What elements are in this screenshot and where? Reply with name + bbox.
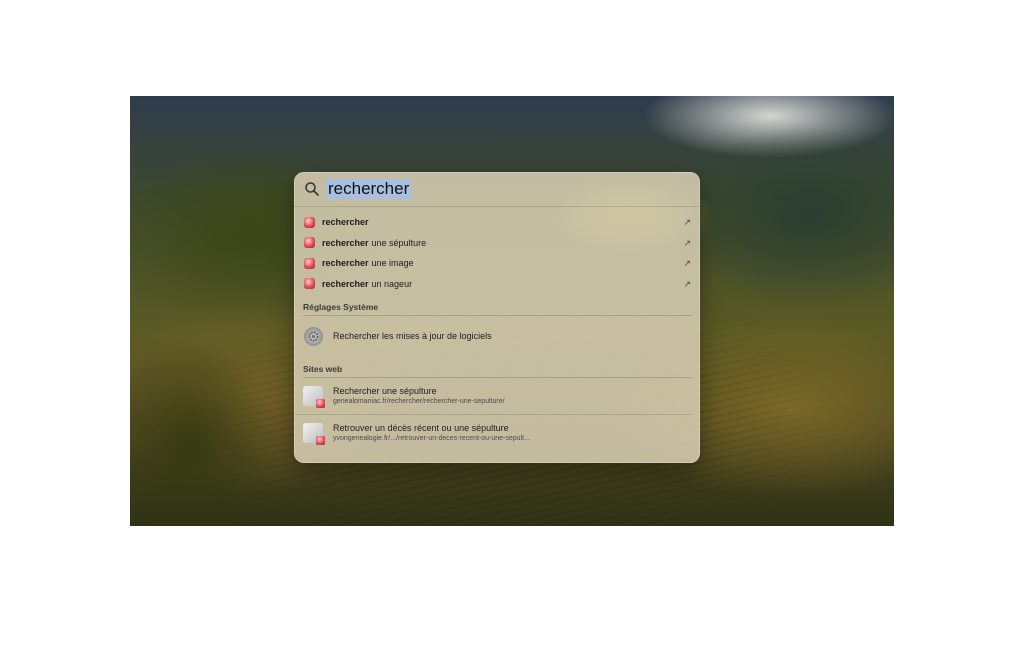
open-arrow-icon[interactable]: ↗ — [683, 258, 691, 269]
website-url: yvongenealogie.fr/.../retrouver-un-deces… — [333, 434, 530, 442]
safari-badge-icon — [316, 399, 325, 408]
website-title: Rechercher une sépulture — [333, 385, 437, 396]
open-arrow-icon[interactable]: ↗ — [683, 217, 691, 228]
open-arrow-icon[interactable]: ↗ — [683, 279, 691, 290]
safari-icon — [304, 237, 315, 249]
suggestion-bold: rechercher — [322, 258, 369, 269]
section-title-system-settings: Réglages Système — [303, 302, 692, 316]
suggestions-list: rechercher ↗ rechercher une sépulture ↗ … — [294, 207, 700, 294]
spotlight-panel: rechercher rechercher ↗ rechercher une s… — [294, 172, 700, 463]
suggestion-item[interactable]: rechercher une sépulture ↗ — [294, 233, 700, 254]
suggestion-bold: rechercher — [322, 237, 369, 248]
safari-icon — [304, 216, 315, 228]
website-thumbnail-icon — [303, 386, 325, 408]
suggestion-rest: un nageur — [371, 278, 413, 289]
safari-icon — [304, 257, 315, 269]
suggestion-rest: une sépulture — [371, 237, 427, 248]
website-url: genealomaniac.fr/rechercher/rechercher-u… — [333, 397, 505, 405]
safari-icon — [304, 278, 315, 290]
gear-icon — [304, 326, 323, 346]
system-settings-label: Rechercher les mises à jour de logiciels — [333, 331, 492, 341]
website-title: Retrouver un décès récent ou une sépultu… — [333, 422, 509, 433]
website-text: Retrouver un décès récent ou une sépultu… — [333, 423, 530, 444]
website-result[interactable]: Retrouver un décès récent ou une sépultu… — [294, 414, 692, 451]
website-result[interactable]: Rechercher une sépulture genealomaniac.f… — [294, 378, 700, 414]
wallpaper-trees — [130, 326, 310, 526]
system-settings-result[interactable]: Rechercher les mises à jour de logiciels — [294, 316, 700, 356]
suggestion-item[interactable]: rechercher ↗ — [294, 212, 700, 233]
website-thumbnail-icon — [303, 423, 325, 445]
search-input[interactable]: rechercher — [326, 179, 412, 199]
safari-badge-icon — [316, 436, 325, 445]
search-icon — [305, 182, 319, 196]
spotlight-search-bar[interactable]: rechercher — [294, 172, 700, 207]
section-title-websites: Sites web — [303, 364, 692, 378]
suggestion-rest: une image — [371, 258, 414, 269]
suggestion-item[interactable]: rechercher un nageur ↗ — [294, 274, 700, 295]
suggestion-bold: rechercher — [322, 278, 369, 289]
gear-glyph — [308, 331, 319, 341]
suggestion-bold: rechercher — [322, 217, 369, 228]
open-arrow-icon[interactable]: ↗ — [683, 238, 691, 249]
website-text: Rechercher une sépulture genealomaniac.f… — [333, 386, 505, 407]
suggestion-item[interactable]: rechercher une image ↗ — [294, 253, 700, 274]
